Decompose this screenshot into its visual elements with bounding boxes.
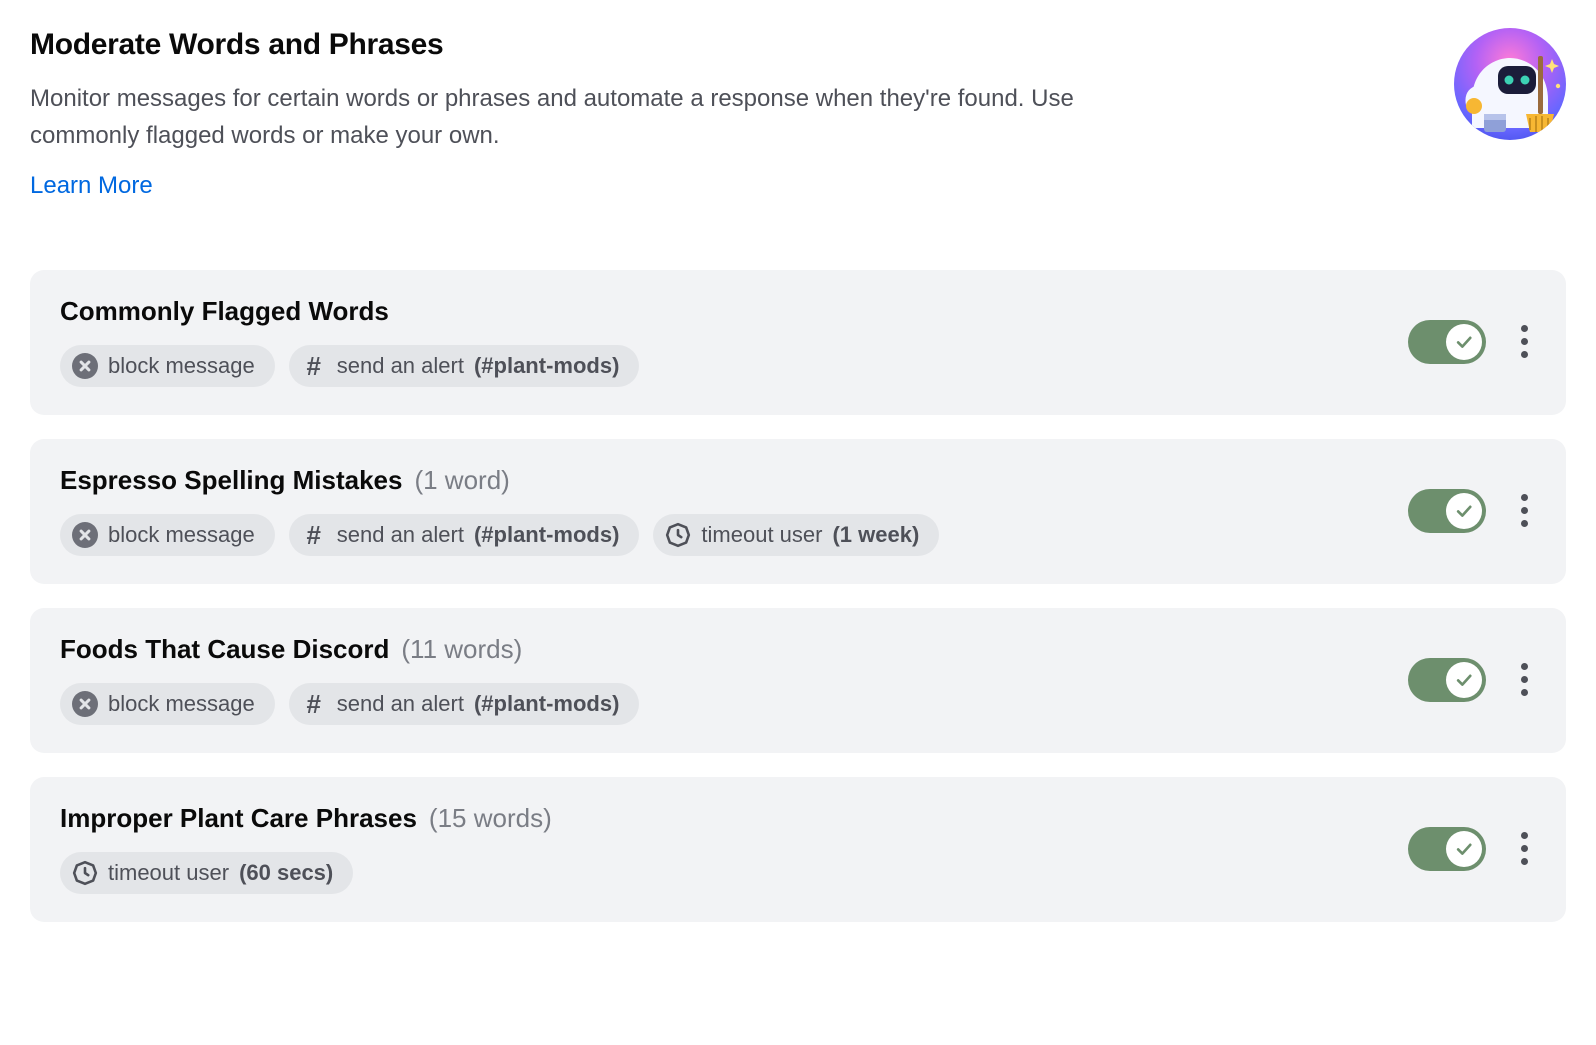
rule-controls <box>1408 488 1536 533</box>
rule-title-row: Commonly Flagged Words <box>60 296 1408 327</box>
rule-content: Espresso Spelling Mistakes (1 word) block … <box>60 465 1408 556</box>
rule-more-menu[interactable] <box>1512 657 1536 702</box>
rule-meta: (11 words) <box>401 634 522 665</box>
rule-title: Commonly Flagged Words <box>60 296 389 327</box>
rule-controls <box>1408 657 1536 702</box>
action-chip: timeout user (1 week) <box>653 514 939 556</box>
action-label: block message <box>108 691 255 717</box>
rule-more-menu[interactable] <box>1512 826 1536 871</box>
action-label: send an alert <box>337 522 464 548</box>
rule-content: Commonly Flagged Words block message # send… <box>60 296 1408 387</box>
rule-meta: (15 words) <box>429 803 552 834</box>
rule-actions: block message # send an alert (#plant-mods… <box>60 514 1408 556</box>
rule-card[interactable]: Improper Plant Care Phrases (15 words) tim… <box>30 777 1566 922</box>
action-detail: (#plant-mods) <box>474 522 619 548</box>
hash-icon: # <box>301 691 327 717</box>
header-text-block: Moderate Words and Phrases Monitor messa… <box>30 28 1170 200</box>
clock-icon <box>72 860 98 886</box>
page-description: Monitor messages for certain words or ph… <box>30 80 1170 154</box>
rule-enabled-toggle[interactable] <box>1408 658 1486 702</box>
hash-icon: # <box>301 522 327 548</box>
toggle-knob <box>1446 324 1482 360</box>
page-title: Moderate Words and Phrases <box>30 28 1170 62</box>
action-detail: (1 week) <box>832 522 919 548</box>
action-chip: block message <box>60 514 275 556</box>
rule-controls <box>1408 319 1536 364</box>
rule-meta: (1 word) <box>414 465 509 496</box>
action-chip: block message <box>60 683 275 725</box>
toggle-knob <box>1446 662 1482 698</box>
rule-controls <box>1408 826 1536 871</box>
toggle-knob <box>1446 831 1482 867</box>
rule-more-menu[interactable] <box>1512 488 1536 533</box>
action-label: timeout user <box>701 522 822 548</box>
action-detail: (#plant-mods) <box>474 691 619 717</box>
action-label: send an alert <box>337 353 464 379</box>
page-header: Moderate Words and Phrases Monitor messa… <box>30 28 1566 200</box>
rule-content: Foods That Cause Discord (11 words) block … <box>60 634 1408 725</box>
x-circle-icon <box>72 691 98 717</box>
check-icon <box>1454 501 1474 521</box>
rule-card[interactable]: Commonly Flagged Words block message # send… <box>30 270 1566 415</box>
rule-title-row: Foods That Cause Discord (11 words) <box>60 634 1408 665</box>
rule-enabled-toggle[interactable] <box>1408 827 1486 871</box>
rule-content: Improper Plant Care Phrases (15 words) tim… <box>60 803 1408 894</box>
action-label: timeout user <box>108 860 229 886</box>
action-chip: # send an alert (#plant-mods) <box>289 514 640 556</box>
x-circle-icon <box>72 522 98 548</box>
action-detail: (#plant-mods) <box>474 353 619 379</box>
action-label: send an alert <box>337 691 464 717</box>
action-chip: timeout user (60 secs) <box>60 852 353 894</box>
rule-card[interactable]: Foods That Cause Discord (11 words) block … <box>30 608 1566 753</box>
action-detail: (60 secs) <box>239 860 333 886</box>
check-icon <box>1454 839 1474 859</box>
rule-enabled-toggle[interactable] <box>1408 320 1486 364</box>
action-label: block message <box>108 522 255 548</box>
hash-icon: # <box>301 353 327 379</box>
action-chip: # send an alert (#plant-mods) <box>289 345 640 387</box>
rule-title: Foods That Cause Discord <box>60 634 389 665</box>
rule-actions: timeout user (60 secs) <box>60 852 1408 894</box>
check-icon <box>1454 670 1474 690</box>
rule-actions: block message # send an alert (#plant-mods… <box>60 345 1408 387</box>
learn-more-link[interactable]: Learn More <box>30 172 153 199</box>
rule-card[interactable]: Espresso Spelling Mistakes (1 word) block … <box>30 439 1566 584</box>
clock-icon <box>665 522 691 548</box>
x-circle-icon <box>72 353 98 379</box>
rules-list: Commonly Flagged Words block message # send… <box>30 270 1566 922</box>
action-label: block message <box>108 353 255 379</box>
rule-title: Improper Plant Care Phrases <box>60 803 417 834</box>
rule-enabled-toggle[interactable] <box>1408 489 1486 533</box>
check-icon <box>1454 332 1474 352</box>
rule-title: Espresso Spelling Mistakes <box>60 465 402 496</box>
toggle-knob <box>1446 493 1482 529</box>
automod-avatar <box>1454 28 1566 140</box>
rule-title-row: Espresso Spelling Mistakes (1 word) <box>60 465 1408 496</box>
action-chip: block message <box>60 345 275 387</box>
action-chip: # send an alert (#plant-mods) <box>289 683 640 725</box>
rule-more-menu[interactable] <box>1512 319 1536 364</box>
rule-actions: block message # send an alert (#plant-mods… <box>60 683 1408 725</box>
rule-title-row: Improper Plant Care Phrases (15 words) <box>60 803 1408 834</box>
